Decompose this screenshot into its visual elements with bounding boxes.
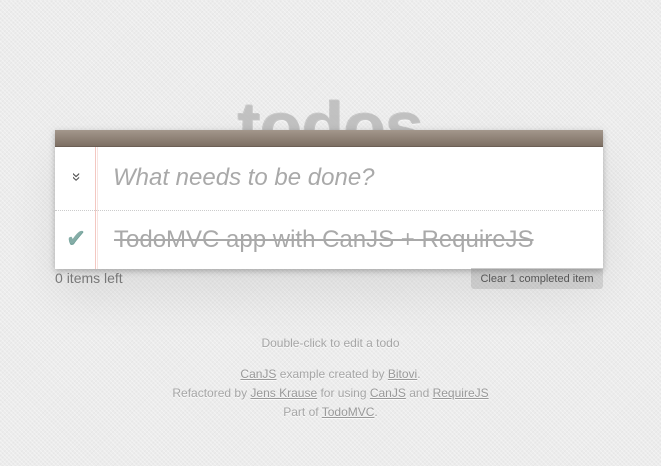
canjs-link[interactable]: CanJS (240, 367, 276, 381)
refactored-text: Refactored by (172, 386, 248, 400)
requirejs-link[interactable]: RequireJS (433, 386, 489, 400)
toggle-all-icon[interactable]: » (66, 169, 86, 185)
bitovi-link[interactable]: Bitovi (388, 367, 417, 381)
todomvc-link[interactable]: TodoMVC (322, 405, 375, 419)
credits-line-1: CanJS example created by Bitovi. (0, 365, 661, 384)
items-left-suffix: items left (66, 270, 123, 286)
jens-krause-link[interactable]: Jens Krause (250, 386, 317, 400)
part-of-text: Part of (283, 405, 319, 419)
items-left-number: 0 (55, 270, 63, 286)
todo-item-label[interactable]: TodoMVC app with CanJS + RequireJS (114, 225, 534, 255)
new-todo-row: » (55, 147, 603, 211)
canjs-link-2[interactable]: CanJS (370, 386, 406, 400)
credits-period: . (417, 367, 421, 381)
new-todo-input[interactable] (113, 161, 583, 195)
app-top-bar (55, 130, 603, 147)
credits-period-2: . (374, 405, 378, 419)
credits-text: example created by (279, 367, 385, 381)
clear-completed-button[interactable]: Clear 1 completed item (471, 269, 603, 289)
todo-item[interactable]: ✔ TodoMVC app with CanJS + RequireJS (55, 211, 603, 269)
and-text: and (409, 386, 430, 400)
items-left-count: 0 items left (55, 270, 123, 286)
completed-checkmark-icon[interactable]: ✔ (63, 224, 89, 254)
edit-hint: Double-click to edit a todo (261, 336, 400, 350)
todo-app: » ✔ TodoMVC app with CanJS + RequireJS (55, 130, 603, 269)
credits-line-3: Part of TodoMVC. (0, 403, 661, 422)
credits-line-2: Refactored by Jens Krause for using CanJ… (0, 384, 661, 403)
for-using-text: for using (320, 386, 367, 400)
